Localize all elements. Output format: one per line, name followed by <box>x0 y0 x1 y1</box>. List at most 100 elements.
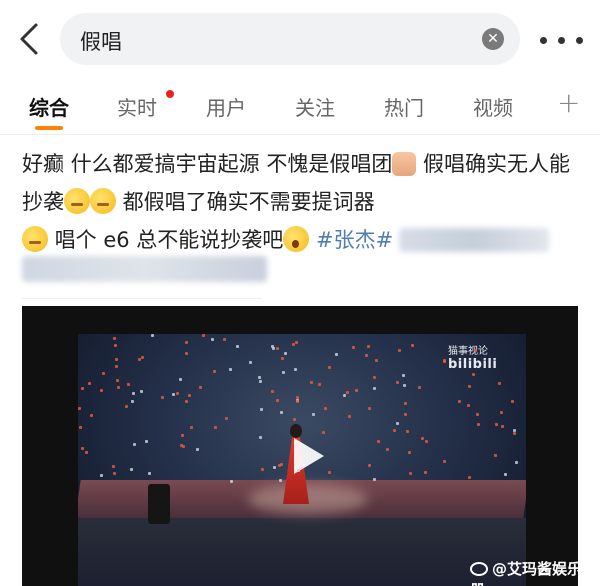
confetti-particle <box>81 387 84 390</box>
confetti-particle <box>280 411 283 414</box>
confetti-particle <box>196 448 199 451</box>
confetti-particle <box>113 472 116 475</box>
post-text-segment: 好癫 什么都爱搞宇宙起源 不愧是假唱团 <box>22 152 393 176</box>
source-credit: @艾玛酱娱乐手册 <box>470 558 600 586</box>
confetti-particle <box>230 480 233 483</box>
post-text-segment: 唱个 e6 总不能说抄袭吧 <box>48 228 284 252</box>
confetti-particle <box>261 468 264 471</box>
divider <box>22 298 262 299</box>
confetti-particle <box>328 366 331 369</box>
confetti-particle <box>418 386 421 389</box>
confetti-particle <box>78 407 81 410</box>
video-frame: 猫事视论 bilibili <box>78 334 526 586</box>
confetti-particle <box>495 423 498 426</box>
confetti-particle <box>114 344 117 347</box>
confetti-particle <box>100 389 103 392</box>
thumbs-up-icon <box>392 152 417 176</box>
confetti-particle <box>188 394 191 397</box>
search-box[interactable]: 假唱 ✕ <box>60 13 520 65</box>
search-input[interactable]: 假唱 <box>80 26 122 56</box>
confetti-particle <box>393 429 396 432</box>
confetti-particle <box>81 447 84 450</box>
confetti-particle <box>322 431 325 434</box>
confetti-particle <box>494 454 497 457</box>
confetti-particle <box>190 426 193 429</box>
confetti-particle <box>229 368 232 371</box>
confetti-particle <box>280 463 283 466</box>
post-text: 好癫 什么都爱搞宇宙起源 不愧是假唱团 假唱确实无人能抄袭 都假唱了确实不需要提… <box>22 145 587 259</box>
confetti-particle <box>411 344 414 347</box>
weibo-icon <box>470 562 488 576</box>
active-tab-indicator <box>35 126 63 130</box>
confetti-particle <box>202 334 205 337</box>
confetti-particle <box>335 353 338 356</box>
video-watermark: 猫事视论 bilibili <box>448 342 526 372</box>
confetti-particle <box>223 338 226 341</box>
tab-following[interactable]: 关注 <box>295 92 335 121</box>
confetti-particle <box>113 337 116 340</box>
confetti-particle <box>310 381 313 384</box>
clear-icon[interactable]: ✕ <box>482 28 504 50</box>
thinking-face-icon <box>90 188 116 214</box>
confetti-particle <box>402 374 405 377</box>
confetti-particle <box>421 437 424 440</box>
confetti-particle <box>297 469 300 472</box>
confetti-particle <box>373 387 376 390</box>
confetti-particle <box>511 400 514 403</box>
confetti-particle <box>498 382 501 385</box>
play-icon[interactable] <box>284 434 328 478</box>
confetti-particle <box>398 349 401 352</box>
confetti-particle <box>500 411 503 414</box>
video-player[interactable]: 猫事视论 bilibili <box>22 306 578 586</box>
confetti-particle <box>133 443 136 446</box>
confetti-particle <box>474 349 477 352</box>
tab-general[interactable]: 综合 <box>29 92 69 121</box>
confetti-particle <box>172 393 175 396</box>
confetti-particle <box>404 402 407 405</box>
tab-users[interactable]: 用户 <box>206 92 246 121</box>
confetti-particle <box>125 405 128 408</box>
confetti-particle <box>296 396 299 399</box>
confetti-particle <box>115 358 118 361</box>
confetti-particle <box>504 473 507 476</box>
confetti-particle <box>424 471 427 474</box>
confetti-particle <box>312 413 315 416</box>
confetti-particle <box>328 471 331 474</box>
tab-hot[interactable]: 热门 <box>384 92 424 121</box>
confetti-particle <box>279 479 282 482</box>
confetti-particle <box>112 465 115 468</box>
add-tab-icon[interactable]: + <box>557 86 580 119</box>
divider <box>0 134 600 135</box>
confetti-particle <box>176 392 179 395</box>
hashtag-link[interactable]: #张杰# <box>316 228 393 252</box>
confetti-particle <box>102 372 105 375</box>
confetti-particle <box>295 341 298 344</box>
confetti-particle <box>368 464 371 467</box>
confetti-particle <box>211 338 214 341</box>
blurred-text <box>22 256 267 282</box>
confetti-particle <box>443 460 446 463</box>
confetti-particle <box>79 426 82 429</box>
more-options-icon[interactable] <box>540 37 584 45</box>
post-text-segment: 都假唱了确实不需要提词器 <box>116 190 375 214</box>
confetti-particle <box>296 400 299 403</box>
confetti-particle <box>458 400 461 403</box>
confetti-particle <box>355 389 358 392</box>
confetti-particle <box>346 391 349 394</box>
confetti-particle <box>403 384 406 387</box>
confetti-particle <box>141 356 144 359</box>
confetti-particle <box>409 472 412 475</box>
confetti-particle <box>236 345 239 348</box>
back-arrow-icon[interactable] <box>16 22 44 56</box>
watermark-prefix: 猫事视论 <box>448 346 488 357</box>
tab-realtime[interactable]: 实时 <box>117 92 157 121</box>
confetti-particle <box>373 478 376 481</box>
confetti-particle <box>179 378 182 381</box>
confetti-particle <box>151 334 154 337</box>
confetti-particle <box>88 382 91 385</box>
confetti-particle <box>318 383 321 386</box>
confetti-particle <box>404 413 407 416</box>
confetti-particle <box>271 390 274 393</box>
tab-video[interactable]: 视频 <box>473 92 513 121</box>
confetti-particle <box>377 440 380 443</box>
